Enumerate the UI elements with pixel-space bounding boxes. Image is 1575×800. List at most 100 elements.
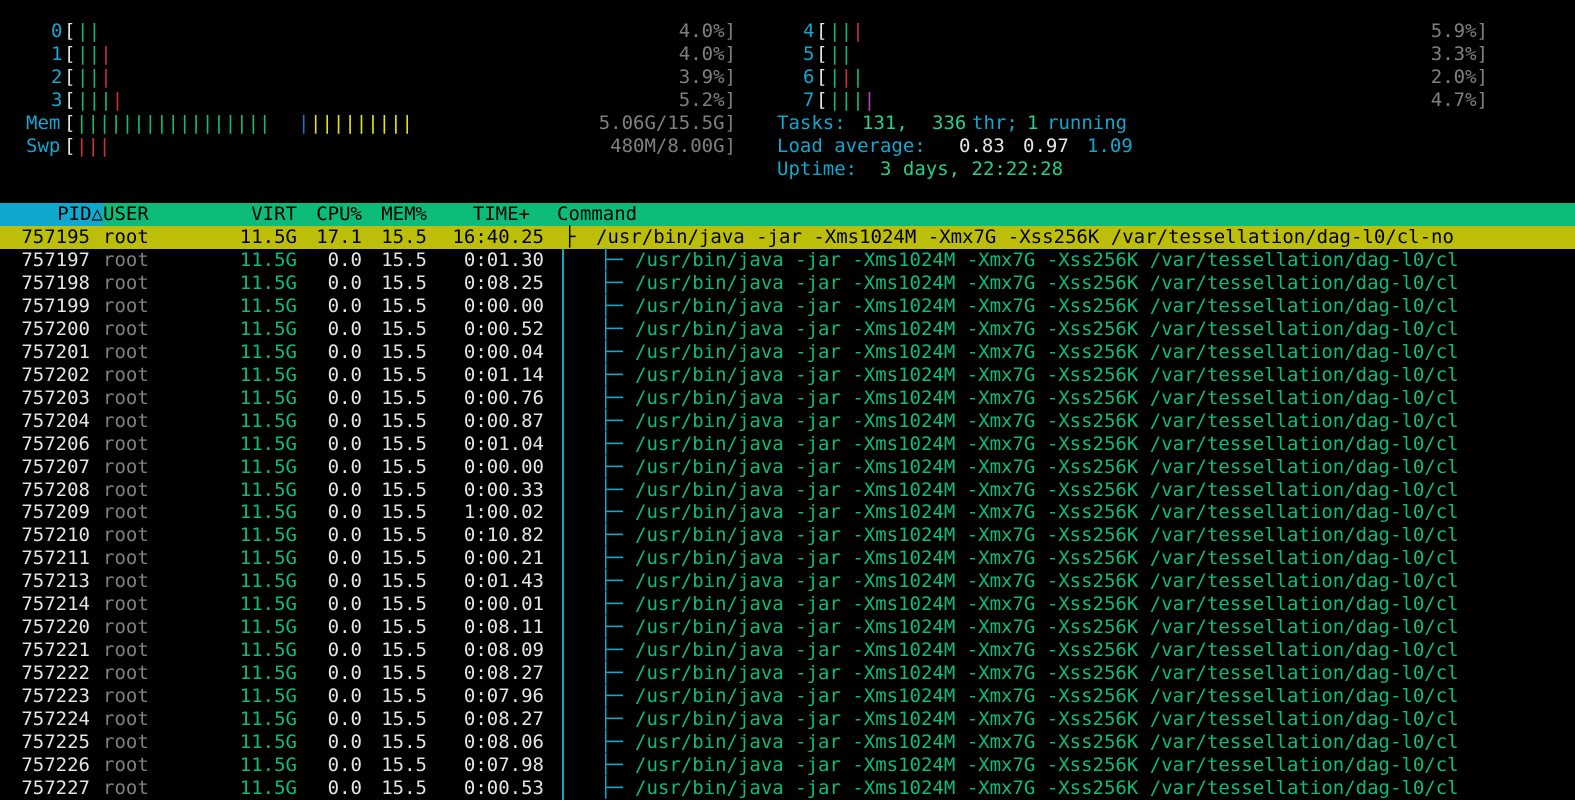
thread-cpu: 0.0 [327,685,362,707]
process-row[interactable]: 757213 root 11.5G 0.0 15.5 0:01.43 ├─ /usr/bin/… [0,570,1575,593]
process-row[interactable]: 757207 root 11.5G 0.0 15.5 0:00.00 ├─ /usr/bin/… [0,456,1575,479]
thread-user: root [103,731,149,753]
process-row[interactable]: 757226 root 11.5G 0.0 15.5 0:07.98 ├─ /usr/bin/… [0,754,1575,777]
cpu-bar-segment: | [852,89,864,111]
thread-virt: 11.5G [239,731,297,753]
thread-time: 0:00.01 [463,593,544,615]
thread-pid: 757201 [21,341,90,363]
cpu-bracket-open: [ [816,43,828,65]
thread-cpu: 0.0 [327,249,362,271]
thread-mem: 15.5 [381,318,427,340]
thread-virt: 11.5G [239,662,297,684]
cpu-bracket-open: [ [64,43,76,65]
process-row[interactable]: 757223 root 11.5G 0.0 15.5 0:07.96 ├─ /usr/bin/… [0,685,1575,708]
thread-tree-branch: ├─ [600,341,623,363]
process-row[interactable]: 757208 root 11.5G 0.0 15.5 0:00.33 ├─ /usr/bin/… [0,479,1575,502]
process-row[interactable]: 757203 root 11.5G 0.0 15.5 0:00.76 ├─ /usr/bin/… [0,387,1575,410]
cpu-bracket-open: [ [816,66,828,88]
column-header-command[interactable]: Command [557,203,637,226]
mem-value: 5.06G/15.5G] [598,112,736,134]
process-row[interactable]: 757214 root 11.5G 0.0 15.5 0:00.01 ├─ /usr/bin/… [0,593,1575,616]
thread-tree-branch: ├─ [600,593,623,615]
thread-virt: 11.5G [239,387,297,409]
thread-cpu: 0.0 [327,341,362,363]
cpu-bar-segment: | [829,89,841,111]
thread-time: 0:00.76 [463,387,544,409]
thread-mem: 15.5 [381,456,427,478]
mem-meter: Mem [ ||||||||||||||||| | ||||||||| 5.06… [0,112,736,135]
process-row[interactable]: 757224 root 11.5G 0.0 15.5 0:08.27 ├─ /usr/bin/… [0,708,1575,731]
process-row[interactable]: 757220 root 11.5G 0.0 15.5 0:08.11 ├─ /usr/bin/… [0,616,1575,639]
thread-cpu: 0.0 [327,593,362,615]
cpu-label: 3 [51,89,63,111]
column-header-virt[interactable]: VIRT [200,203,297,226]
load-5min: 0.97 [1023,135,1069,157]
process-row[interactable]: 757209 root 11.5G 0.0 15.5 1:00.02 ├─ /usr/bin/… [0,501,1575,524]
column-header-pid[interactable]: PID△ [0,203,103,226]
thread-mem: 15.5 [381,249,427,271]
tasks-count: 131, [862,112,908,134]
thread-command: /usr/bin/java -jar -Xms1024M -Xmx7G -Xss… [635,318,1459,340]
thread-mem: 15.5 [381,341,427,363]
swap-bracket-open: [ [64,135,76,157]
cpu-value: 5.2%] [678,89,736,111]
process-row[interactable]: 757198 root 11.5G 0.0 15.5 0:08.25 ├─ /usr/bin/… [0,272,1575,295]
thread-tree-branch: ├─ [600,249,623,271]
thread-user: root [103,410,149,432]
process-row[interactable]: 757201 root 11.5G 0.0 15.5 0:00.04 ├─ /usr/bin/… [0,341,1575,364]
thread-mem: 15.5 [381,662,427,684]
thread-time: 0:01.43 [463,570,544,592]
process-row[interactable]: 757204 root 11.5G 0.0 15.5 0:00.87 ├─ /usr/bin/… [0,410,1575,433]
cpu-label: 7 [803,89,815,111]
thread-command: /usr/bin/java -jar -Xms1024M -Xmx7G -Xss… [635,479,1459,501]
process-row[interactable]: 757210 root 11.5G 0.0 15.5 0:10.82 ├─ /usr/bin/… [0,524,1575,547]
process-row[interactable]: 757202 root 11.5G 0.0 15.5 0:01.14 ├─ /usr/bin/… [0,364,1575,387]
thread-time: 0:08.25 [463,272,544,294]
process-row-selected[interactable]: 757195 root 11.5G 17.1 15.5 16:40.25 ├ /… [0,226,1575,249]
thread-pid: 757222 [21,662,90,684]
thread-virt: 11.5G [239,479,297,501]
process-row[interactable]: 757221 root 11.5G 0.0 15.5 0:08.09 ├─ /usr/bin/… [0,639,1575,662]
thread-time: 0:00.52 [463,318,544,340]
column-header-user[interactable]: USER [103,203,149,226]
process-row[interactable]: 757227 root 11.5G 0.0 15.5 0:00.53 ├─ /usr/bin/… [0,777,1575,800]
cpu-bracket-open: [ [64,66,76,88]
process-row[interactable]: 757199 root 11.5G 0.0 15.5 0:00.00 ├─ /usr/bin/… [0,295,1575,318]
load-1min: 0.83 [959,135,1005,157]
process-row[interactable]: 757200 root 11.5G 0.0 15.5 0:00.52 ├─ /usr/bin/… [0,318,1575,341]
column-header-time[interactable]: TIME+ [430,203,530,226]
process-row[interactable]: 757222 root 11.5G 0.0 15.5 0:08.27 ├─ /usr/bin/… [0,662,1575,685]
cpu-bracket-open: [ [64,89,76,111]
thread-pid: 757211 [21,547,90,569]
thread-user: root [103,318,149,340]
thread-pid: 757223 [21,685,90,707]
process-row[interactable]: 757206 root 11.5G 0.0 15.5 0:01.04 ├─ /usr/bin/… [0,433,1575,456]
tasks-label: Tasks: [777,112,846,134]
swap-value: 480M/8.00G] [610,135,736,157]
thread-mem: 15.5 [381,639,427,661]
cpu-bar-segment: | [829,43,841,65]
column-header-cpu[interactable]: CPU% [300,203,362,226]
process-row[interactable]: 757225 root 11.5G 0.0 15.5 0:08.06 ├─ /usr/bin/… [0,731,1575,754]
uptime-value: 3 days, 22:22:28 [880,158,1064,180]
thread-command: /usr/bin/java -jar -Xms1024M -Xmx7G -Xss… [635,364,1459,386]
thread-tree-branch: ├─ [600,318,623,340]
thread-command: /usr/bin/java -jar -Xms1024M -Xmx7G -Xss… [635,662,1459,684]
thread-command: /usr/bin/java -jar -Xms1024M -Xmx7G -Xss… [635,570,1459,592]
process-row[interactable]: 757197 root 11.5G 0.0 15.5 0:01.30 ├─ /usr/bin/… [0,249,1575,272]
cpu-value: 3.9%] [678,66,736,88]
process-row[interactable]: 757211 root 11.5G 0.0 15.5 0:00.21 ├─ /usr/bin/… [0,547,1575,570]
thread-tree-branch: ├─ [600,433,623,455]
cpu-value: 4.7%] [1430,89,1488,111]
thread-mem: 15.5 [381,479,427,501]
thread-command: /usr/bin/java -jar -Xms1024M -Xmx7G -Xss… [635,524,1459,546]
cpu-label: 5 [803,43,815,65]
column-header-mem[interactable]: MEM% [365,203,427,226]
thread-user: root [103,295,149,317]
cpu-bar-segment: | [840,66,853,88]
thread-pid: 757209 [21,501,90,523]
thread-user: root [103,501,149,523]
thread-mem: 15.5 [381,616,427,638]
thread-cpu: 0.0 [327,479,362,501]
thread-mem: 15.5 [381,547,427,569]
